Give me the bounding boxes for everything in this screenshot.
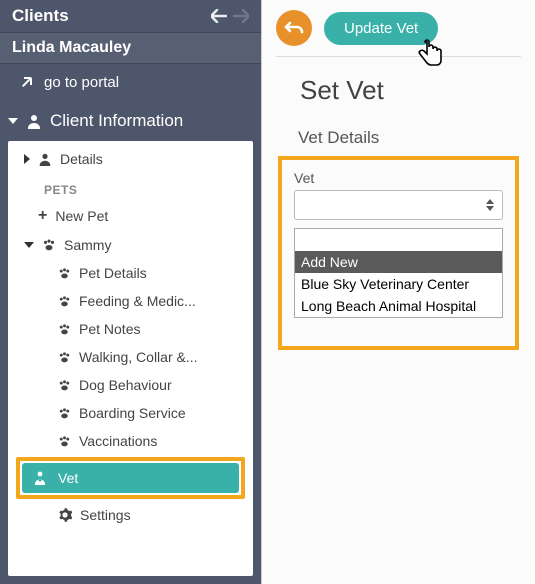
page-title: Set Vet — [300, 75, 521, 106]
tree-notes[interactable]: Pet Notes — [8, 315, 253, 343]
portal-link[interactable]: go to portal — [0, 64, 261, 101]
person-icon — [26, 113, 42, 129]
tree-details[interactable]: Details — [8, 145, 253, 173]
vet-select[interactable] — [294, 190, 503, 220]
client-info-header[interactable]: Client Information — [0, 101, 261, 141]
tree-item-label: Walking, Collar &... — [79, 349, 243, 365]
tree-boarding[interactable]: Boarding Service — [8, 399, 253, 427]
client-name: Linda Macauley — [0, 33, 261, 64]
main-panel: Update Vet Set Vet Vet Details Vet Add N… — [262, 0, 535, 584]
vet-option-2[interactable]: Long Beach Animal Hospital — [295, 295, 502, 317]
paw-icon — [58, 267, 71, 280]
back-button[interactable] — [276, 10, 312, 46]
pets-section-label: PETS — [8, 173, 253, 201]
portal-link-label: go to portal — [44, 74, 119, 91]
tree-pet-name-label: Sammy — [64, 237, 243, 253]
paw-icon — [58, 295, 71, 308]
vet-option-blank[interactable] — [295, 229, 502, 251]
tree-new-pet[interactable]: + New Pet — [8, 201, 253, 231]
tree-item-label: Feeding & Medic... — [79, 293, 243, 309]
tree-vet-label: Vet — [58, 470, 78, 486]
update-vet-button[interactable]: Update Vet — [324, 12, 438, 45]
vet-highlight: Vet — [16, 457, 245, 499]
gear-icon — [58, 508, 72, 522]
caret-right-icon — [24, 154, 30, 164]
nav-arrows — [211, 9, 249, 23]
tree-item-label: Pet Details — [79, 265, 243, 281]
tree-item-label: Vaccinations — [79, 433, 243, 449]
caret-down-icon — [24, 242, 34, 248]
select-caret-icon — [486, 199, 494, 211]
sidebar: Clients Linda Macauley go to portal Clie… — [0, 0, 262, 584]
tree-feeding[interactable]: Feeding & Medic... — [8, 287, 253, 315]
tree-new-pet-label: New Pet — [55, 208, 243, 224]
tree-settings[interactable]: Settings — [8, 501, 253, 529]
vet-icon — [32, 470, 48, 486]
paw-icon — [58, 407, 71, 420]
tree-details-label: Details — [60, 151, 243, 167]
sidebar-title: Clients — [12, 6, 69, 26]
tree-item-label: Settings — [80, 507, 243, 523]
tree-vet[interactable]: Vet — [22, 463, 239, 493]
back-arrow-icon[interactable] — [211, 9, 227, 23]
tree-pet-sammy[interactable]: Sammy — [8, 231, 253, 259]
section-label: Vet Details — [298, 128, 521, 148]
paw-icon — [58, 323, 71, 336]
plus-icon: + — [38, 207, 47, 225]
tree-pet-details[interactable]: Pet Details — [8, 259, 253, 287]
tree-item-label: Pet Notes — [79, 321, 243, 337]
sidebar-header: Clients — [0, 0, 261, 33]
vet-option-1[interactable]: Blue Sky Veterinary Center — [295, 273, 502, 295]
tree-walking[interactable]: Walking, Collar &... — [8, 343, 253, 371]
tree-item-label: Boarding Service — [79, 405, 243, 421]
paw-icon — [42, 238, 56, 252]
vet-dropdown: Add New Blue Sky Veterinary Center Long … — [294, 228, 503, 318]
caret-down-icon — [8, 118, 18, 124]
paw-icon — [58, 351, 71, 364]
tree-vaccinations[interactable]: Vaccinations — [8, 427, 253, 455]
forward-arrow-icon[interactable] — [233, 9, 249, 23]
update-vet-label: Update Vet — [344, 20, 418, 37]
vet-details-box: Vet Add New Blue Sky Veterinary Center L… — [278, 156, 519, 350]
person-icon — [38, 152, 52, 166]
tree-item-label: Dog Behaviour — [79, 377, 243, 393]
tree-panel: Details PETS + New Pet Sammy Pet Details… — [8, 141, 253, 576]
vet-field-label: Vet — [294, 170, 503, 186]
client-info-label: Client Information — [50, 111, 183, 131]
undo-icon — [284, 20, 304, 36]
vet-option-add-new[interactable]: Add New — [295, 251, 502, 273]
paw-icon — [58, 379, 71, 392]
share-icon — [18, 75, 34, 91]
tree-behaviour[interactable]: Dog Behaviour — [8, 371, 253, 399]
paw-icon — [58, 435, 71, 448]
top-buttons: Update Vet — [276, 10, 521, 57]
